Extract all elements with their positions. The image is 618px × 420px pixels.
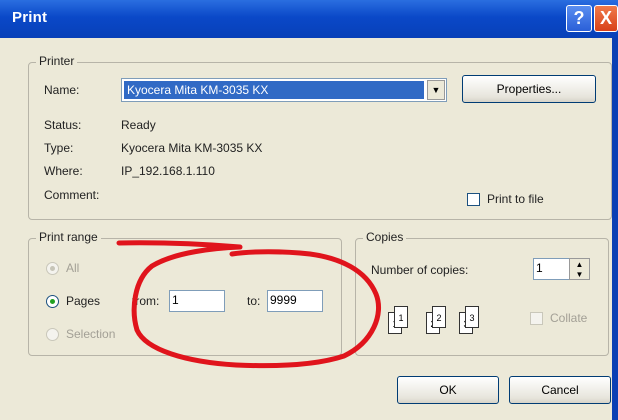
where-value: IP_192.168.1.110 [121,164,215,178]
page-icon: 1 [394,306,408,328]
cancel-label: Cancel [541,383,579,397]
window-edge [612,38,618,420]
status-value: Ready [121,118,156,132]
close-button[interactable]: X [594,5,618,32]
spin-up-icon[interactable]: ▲ [576,260,584,269]
selection-radio[interactable] [46,328,59,341]
copies-input[interactable]: 1 [533,258,570,280]
where-label: Where: [44,164,83,178]
all-label[interactable]: All [66,261,79,275]
type-label: Type: [44,141,74,155]
collate-checkbox[interactable] [530,312,543,325]
comment-label: Comment: [44,188,100,202]
name-label: Name: [44,83,80,97]
to-label: to: [247,294,261,308]
close-icon: X [599,8,612,28]
printer-legend: Printer [36,54,78,68]
chevron-down-icon[interactable]: ▼ [427,80,445,100]
from-label: from: [132,294,160,308]
printer-name-value: Kyocera Mita KM-3035 KX [124,81,424,99]
type-value: Kyocera Mita KM-3035 KX [121,141,263,155]
number-of-copies-label: Number of copies: [371,263,469,277]
all-radio[interactable] [46,262,59,275]
collate-label[interactable]: Collate [550,311,587,325]
to-input[interactable]: 9999 [267,290,323,312]
print-range-legend: Print range [36,230,101,244]
cancel-button[interactable]: Cancel [509,376,611,404]
pages-label[interactable]: Pages [66,294,100,308]
title-bar[interactable]: Print ? X [0,0,618,38]
printer-name-select[interactable]: Kyocera Mita KM-3035 KX ▼ [121,78,447,102]
window-title: Print [12,9,48,26]
page-icon: 2 [432,306,446,328]
copies-group: Copies [355,230,609,356]
status-label: Status: [44,118,82,132]
properties-label: Properties... [496,82,562,96]
from-input[interactable]: 1 [169,290,225,312]
help-icon: ? [573,8,585,28]
print-to-file-checkbox[interactable] [467,193,480,206]
print-to-file-label[interactable]: Print to file [487,192,544,206]
ok-label: OK [439,383,457,397]
page-icon: 3 [465,306,479,328]
radio-dot [50,299,55,304]
selection-label[interactable]: Selection [66,327,115,341]
radio-dot [50,266,55,271]
spin-down-icon[interactable]: ▼ [576,270,584,279]
ok-button[interactable]: OK [397,376,499,404]
pages-radio[interactable] [46,295,59,308]
help-button[interactable]: ? [566,5,592,32]
copies-legend: Copies [363,230,407,244]
copies-spinner[interactable]: ▲ ▼ [569,258,590,280]
properties-button[interactable]: Properties... [462,75,596,103]
